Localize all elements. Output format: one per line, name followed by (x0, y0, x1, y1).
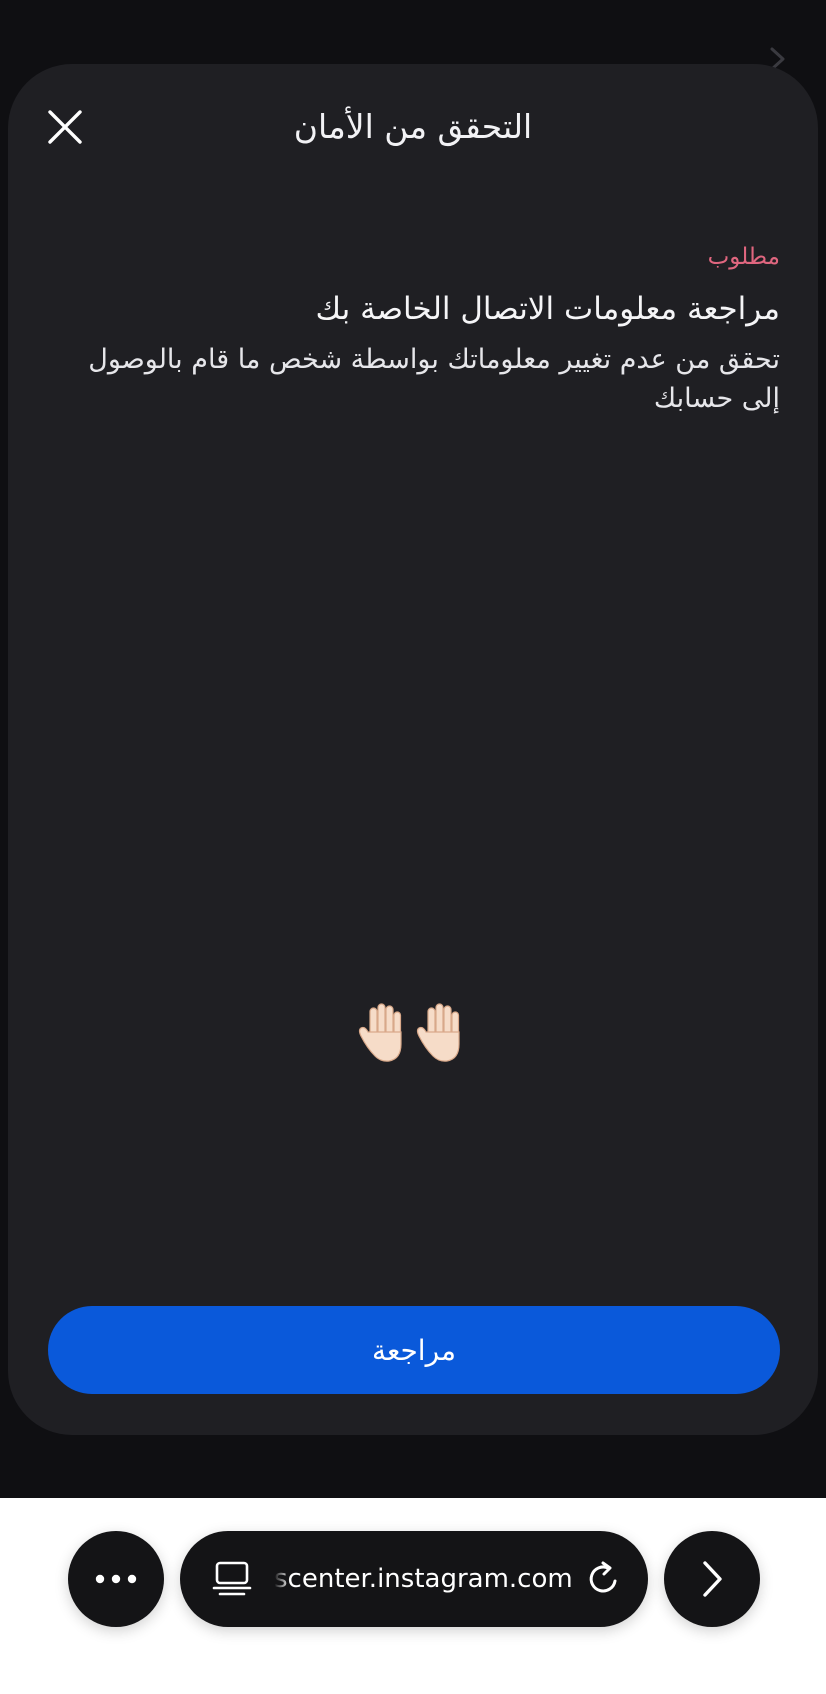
review-button[interactable]: مراجعة (48, 1306, 780, 1394)
raised-hand-icon (416, 1003, 460, 1062)
checkup-heading: مراجعة معلومات الاتصال الخاصة بك (315, 291, 780, 327)
close-button[interactable] (42, 104, 88, 150)
page: التحقق من الأمان مطلوب مراجعة معلومات ال… (0, 0, 826, 1694)
forward-button[interactable] (664, 1531, 760, 1627)
raised-hands-illustration (357, 1002, 469, 1066)
reload-icon[interactable] (584, 1559, 624, 1599)
chevron-right-icon (703, 1561, 722, 1597)
address-bar[interactable]: scenter.instagram.com (180, 1531, 648, 1627)
checkup-description: تحقق من عدم تغيير معلوماتك بواسطة شخص ما… (88, 344, 780, 414)
raised-hand-icon (358, 1003, 402, 1062)
url-text[interactable]: scenter.instagram.com (274, 1531, 574, 1627)
tabs-icon (212, 1561, 252, 1596)
required-label: مطلوب (707, 244, 780, 270)
close-icon (48, 110, 82, 144)
sheet-title: التحقق من الأمان (293, 107, 533, 146)
checkup-content: مطلوب مراجعة معلومات الاتصال الخاصة بك ت… (80, 236, 780, 418)
more-horizontal-icon (95, 1574, 137, 1584)
more-options-button[interactable] (68, 1531, 164, 1627)
